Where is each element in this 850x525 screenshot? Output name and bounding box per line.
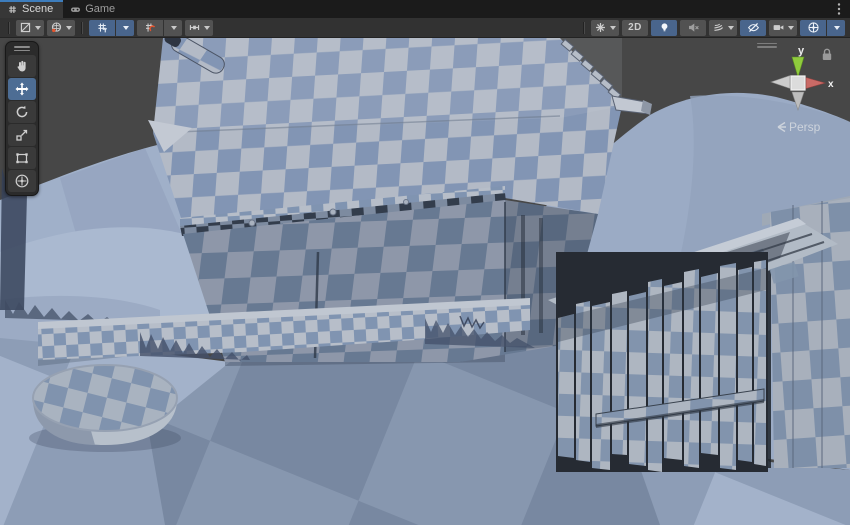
lightbulb-icon bbox=[658, 21, 671, 34]
transform-tool[interactable] bbox=[8, 170, 36, 192]
render-mode-button[interactable] bbox=[47, 20, 75, 36]
transform-icon bbox=[14, 173, 30, 189]
lock-icon[interactable] bbox=[823, 49, 831, 60]
camera-settings-button[interactable] bbox=[769, 20, 797, 36]
chevron-down-icon bbox=[788, 26, 794, 30]
axis-x-cone[interactable] bbox=[806, 78, 825, 89]
effects-button[interactable] bbox=[591, 20, 619, 36]
square-diagonal-icon bbox=[19, 21, 32, 34]
sphere-icon bbox=[50, 21, 63, 34]
fx-button[interactable] bbox=[709, 20, 737, 36]
tools-overlay bbox=[5, 41, 39, 196]
hand-icon bbox=[14, 58, 30, 74]
separator bbox=[8, 22, 10, 34]
gizmos-dropdown[interactable] bbox=[827, 20, 845, 36]
grid-magnet-icon bbox=[144, 21, 157, 34]
gizmo-cube[interactable] bbox=[791, 76, 805, 90]
chevron-down-icon bbox=[610, 26, 616, 30]
snap-settings-dropdown[interactable] bbox=[164, 20, 182, 36]
tab-game-label: Game bbox=[85, 3, 115, 15]
rotate-tool[interactable] bbox=[8, 101, 36, 123]
axis-y-cone[interactable] bbox=[792, 57, 804, 77]
chevron-down-icon bbox=[171, 26, 177, 30]
grid-icon bbox=[7, 4, 18, 15]
tool-handle-snap-button[interactable] bbox=[185, 20, 213, 36]
grid-visibility-dropdown[interactable] bbox=[116, 20, 134, 36]
tab-game[interactable]: Game bbox=[63, 0, 125, 18]
tab-options-menu[interactable] bbox=[828, 0, 850, 18]
rail-icon bbox=[188, 21, 201, 34]
rect-icon bbox=[14, 150, 30, 166]
separator bbox=[583, 22, 585, 34]
axis-y-label: y bbox=[798, 45, 805, 57]
orientation-gizmo[interactable]: y x Persp bbox=[764, 42, 844, 138]
grid-y-icon bbox=[96, 21, 109, 34]
axis-neg-x-cone[interactable] bbox=[771, 76, 790, 89]
move-icon bbox=[14, 81, 30, 97]
gizmos-button[interactable] bbox=[800, 20, 826, 36]
chevron-down-icon bbox=[204, 26, 210, 30]
snap-settings-button[interactable] bbox=[137, 20, 163, 36]
scene-toolbar: 2D bbox=[0, 18, 850, 38]
starburst-icon bbox=[594, 21, 607, 34]
tab-bar: Scene Game bbox=[0, 0, 850, 18]
axis-gizmo-icon bbox=[807, 21, 820, 34]
eye-slash-icon bbox=[747, 21, 760, 34]
gamepad-icon bbox=[70, 4, 81, 15]
scene-viewport[interactable]: y x Persp bbox=[0, 38, 850, 525]
scene-visibility-button[interactable] bbox=[740, 20, 766, 36]
tools-overlay-drag-handle[interactable] bbox=[8, 44, 36, 53]
chevron-down-icon bbox=[834, 26, 840, 30]
scale-icon bbox=[14, 127, 30, 143]
unity-scene-view: Scene Game bbox=[0, 0, 850, 525]
speaker-muted-icon bbox=[687, 21, 700, 34]
separator bbox=[81, 22, 83, 34]
scale-tool[interactable] bbox=[8, 124, 36, 146]
chevron-down-icon bbox=[66, 26, 72, 30]
persp-chevron-icon bbox=[778, 123, 786, 132]
draw-mode-button[interactable] bbox=[16, 20, 44, 36]
projection-label[interactable]: Persp bbox=[789, 120, 821, 134]
lighting-button[interactable] bbox=[651, 20, 677, 36]
stump[interactable] bbox=[29, 365, 181, 452]
tab-scene[interactable]: Scene bbox=[0, 0, 63, 18]
scene-render bbox=[0, 38, 850, 525]
view-2d-label: 2D bbox=[625, 22, 645, 33]
axis-x-label: x bbox=[828, 79, 834, 90]
move-tool[interactable] bbox=[8, 78, 36, 100]
chevron-down-icon bbox=[123, 26, 129, 30]
audio-button[interactable] bbox=[680, 20, 706, 36]
rect-tool[interactable] bbox=[8, 147, 36, 169]
view-2d-button[interactable]: 2D bbox=[622, 20, 648, 36]
chevron-down-icon bbox=[35, 26, 41, 30]
view-hand-tool[interactable] bbox=[8, 55, 36, 77]
kebab-menu-icon bbox=[834, 2, 844, 16]
tab-scene-label: Scene bbox=[22, 3, 53, 15]
rotate-icon bbox=[14, 104, 30, 120]
axis-neg-y-cone[interactable] bbox=[792, 92, 804, 110]
grid-visibility-button[interactable] bbox=[89, 20, 115, 36]
swirl-icon bbox=[712, 21, 725, 34]
chevron-down-icon bbox=[728, 26, 734, 30]
camera-icon bbox=[772, 21, 785, 34]
